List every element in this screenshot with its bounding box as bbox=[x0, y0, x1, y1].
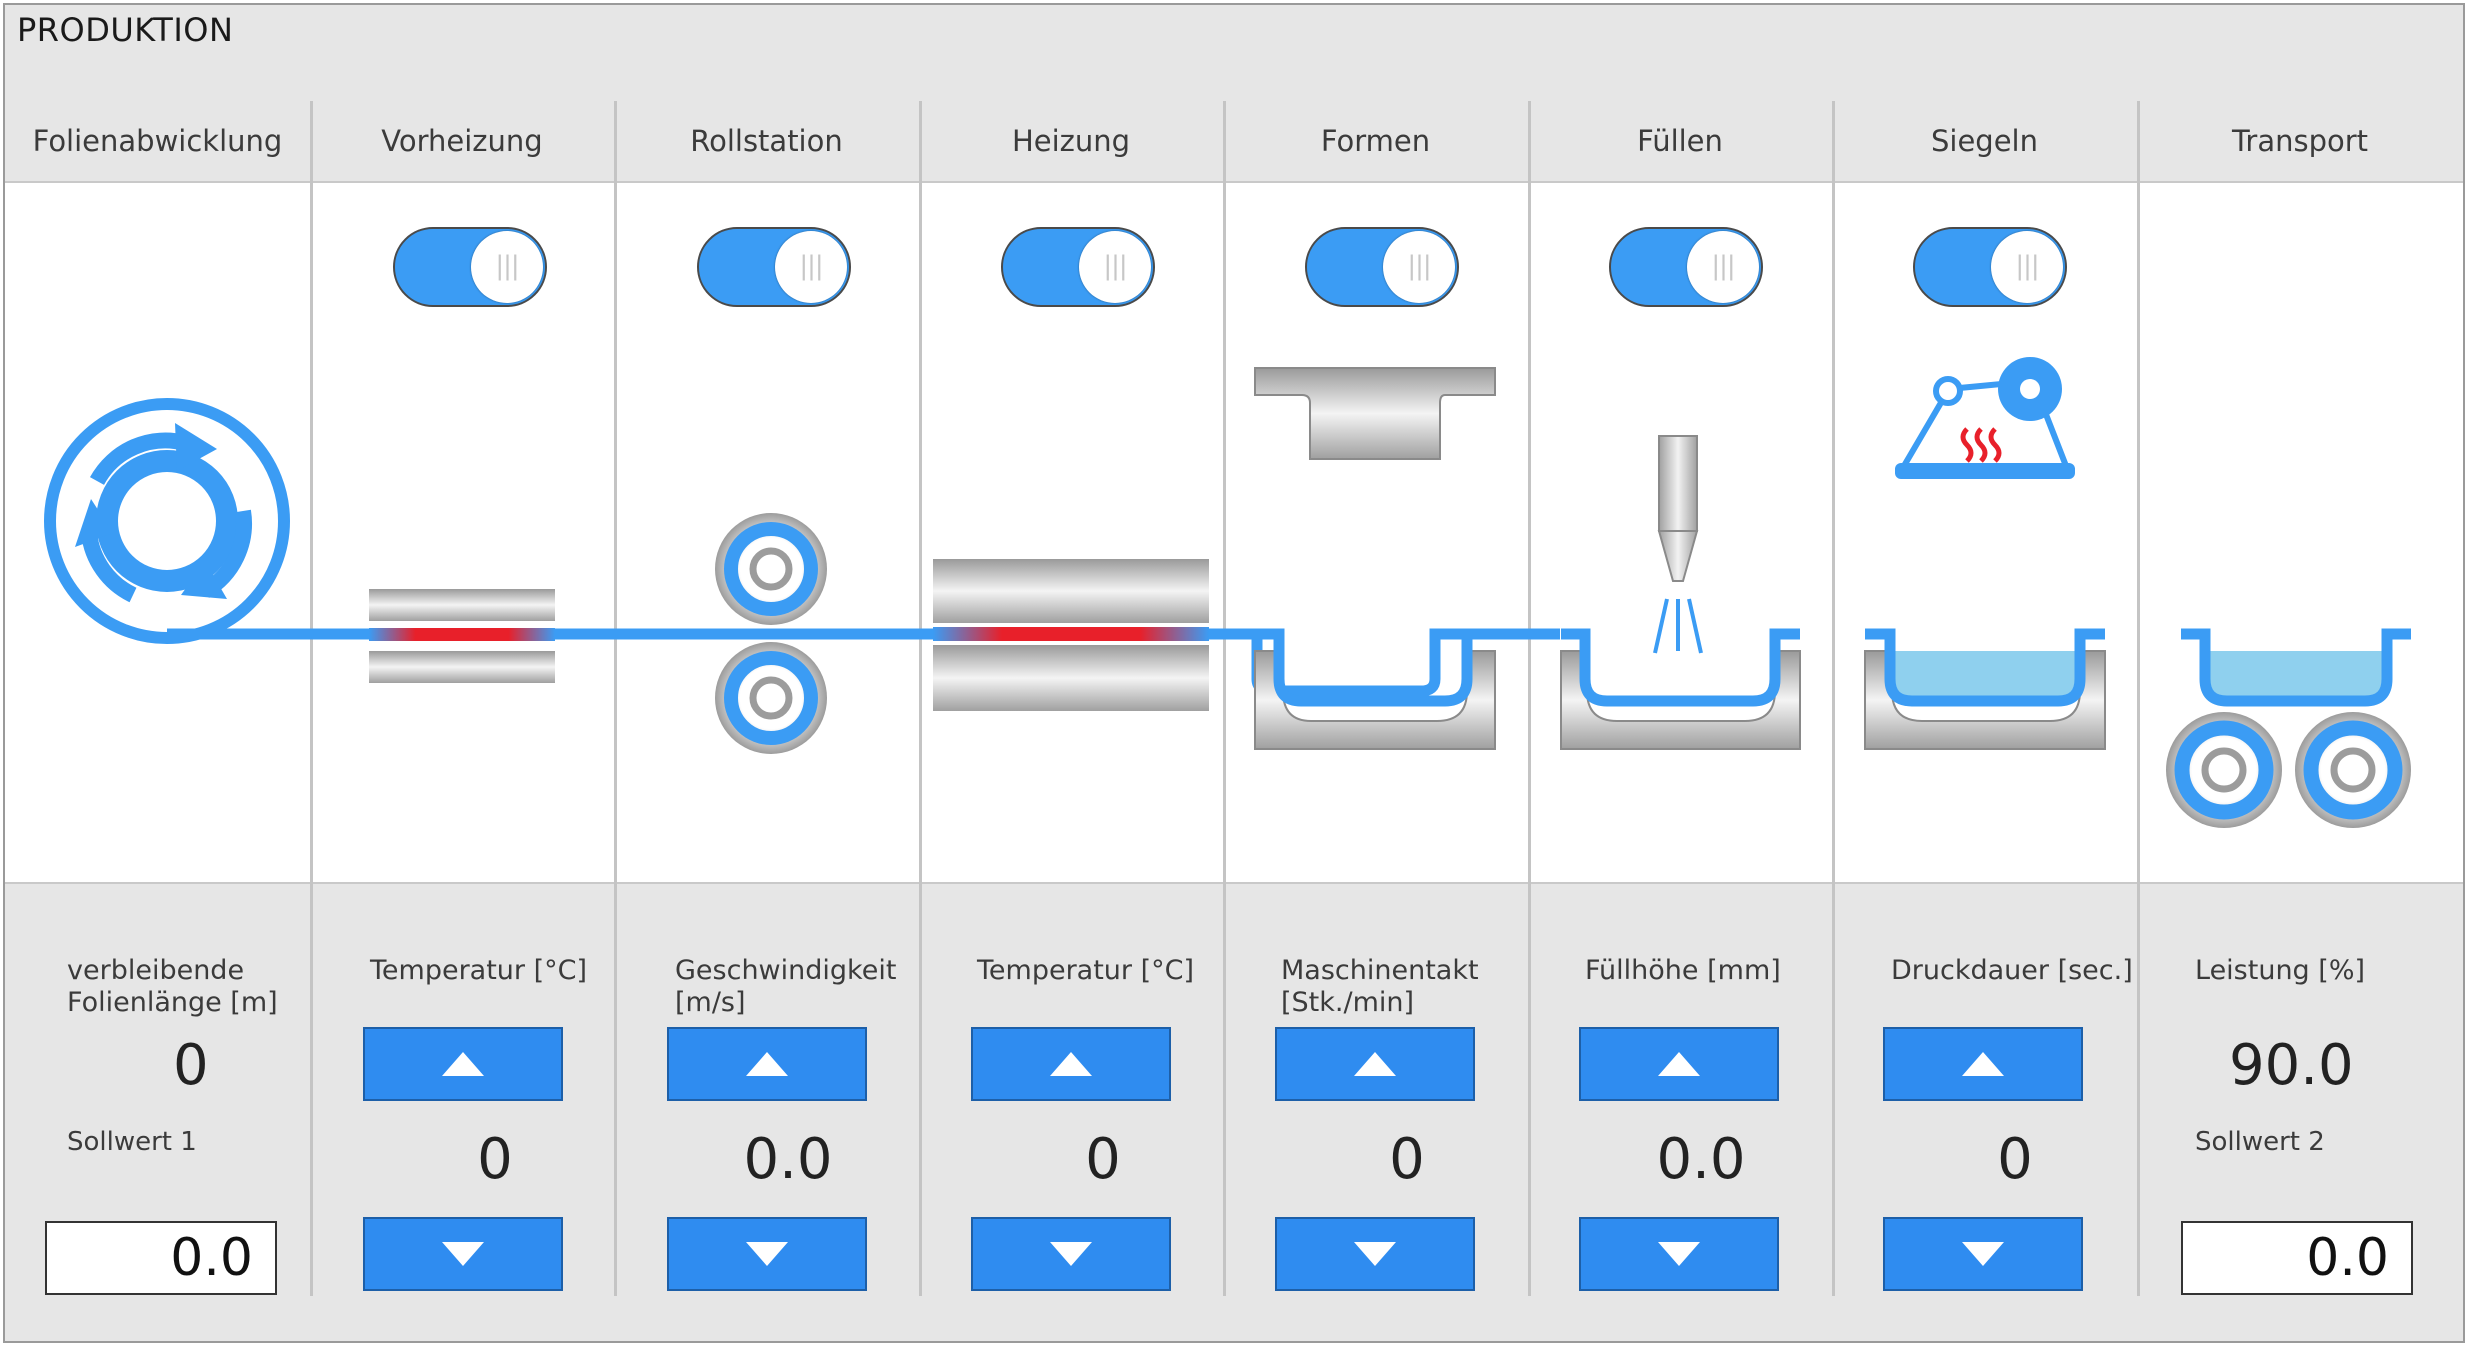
arrow-down-icon bbox=[1050, 1242, 1092, 1266]
toggle-formen[interactable] bbox=[1305, 227, 1459, 307]
arrow-down-icon bbox=[442, 1242, 484, 1266]
param-label-vorheizung: Temperatur [°C] bbox=[370, 955, 588, 986]
station-header-siegeln: Siegeln bbox=[1931, 124, 2038, 158]
setpoint-2-label: Sollwert 2 bbox=[2195, 1127, 2325, 1157]
production-panel: PRODUKTION Folienabwicklung Vorheizung R… bbox=[3, 3, 2465, 1343]
heater-block bbox=[933, 559, 1209, 711]
station-header-transport: Transport bbox=[2231, 124, 2369, 158]
arrow-up-icon bbox=[442, 1052, 484, 1076]
param-label-formen: Maschinentakt [Stk./min] bbox=[1281, 955, 1479, 1018]
toggle-heizung[interactable] bbox=[1001, 227, 1155, 307]
increase-button-heizung[interactable] bbox=[971, 1027, 1171, 1101]
arrow-down-icon bbox=[1962, 1242, 2004, 1266]
arrow-up-icon bbox=[1658, 1052, 1700, 1076]
arrow-down-icon bbox=[1354, 1242, 1396, 1266]
arrow-down-icon bbox=[1658, 1242, 1700, 1266]
toggle-siegeln[interactable] bbox=[1913, 227, 2067, 307]
decrease-button-heizung[interactable] bbox=[971, 1217, 1171, 1291]
station-header-rollstation: Rollstation bbox=[690, 124, 843, 158]
param-label-heizung: Temperatur [°C] bbox=[977, 955, 1195, 986]
arrow-up-icon bbox=[1962, 1052, 2004, 1076]
value-vorheizung: 0 bbox=[477, 1127, 513, 1192]
toggle-fuellen[interactable] bbox=[1609, 227, 1763, 307]
toggle-vorheizung[interactable] bbox=[393, 227, 547, 307]
grip-lines-icon bbox=[1079, 231, 1151, 303]
grip-lines-icon bbox=[1687, 231, 1759, 303]
power-label: Leistung [%] bbox=[2195, 955, 2366, 986]
decrease-button-vorheizung[interactable] bbox=[363, 1217, 563, 1291]
decrease-button-formen[interactable] bbox=[1275, 1217, 1475, 1291]
increase-button-rollstation[interactable] bbox=[667, 1027, 867, 1101]
param-label-fuellen: Füllhöhe [mm] bbox=[1585, 955, 1781, 986]
decrease-button-siegeln[interactable] bbox=[1883, 1217, 2083, 1291]
film-roll-icon bbox=[44, 398, 290, 644]
decrease-button-fuellen[interactable] bbox=[1579, 1217, 1779, 1291]
grip-lines-icon bbox=[1991, 231, 2063, 303]
setpoint-1-input[interactable]: 0.0 bbox=[45, 1221, 277, 1295]
param-label-rollstation: Geschwindigkeit [m/s] bbox=[675, 955, 897, 1018]
decrease-button-rollstation[interactable] bbox=[667, 1217, 867, 1291]
arrow-down-icon bbox=[746, 1242, 788, 1266]
station-header-formen: Formen bbox=[1320, 124, 1431, 158]
increase-button-siegeln[interactable] bbox=[1883, 1027, 2083, 1101]
arrow-up-icon bbox=[1050, 1052, 1092, 1076]
value-formen: 0 bbox=[1389, 1127, 1425, 1192]
remaining-film-value: 0 bbox=[173, 1033, 209, 1098]
setpoint-1-label: Sollwert 1 bbox=[67, 1127, 197, 1157]
remaining-film-label: verbleibende Folienlänge [m] bbox=[67, 955, 278, 1018]
value-heizung: 0 bbox=[1085, 1127, 1121, 1192]
grip-lines-icon bbox=[775, 231, 847, 303]
filling-nozzle-icon bbox=[1560, 435, 1801, 750]
toggle-rollstation[interactable] bbox=[697, 227, 851, 307]
sealing-icon bbox=[1864, 357, 2106, 750]
power-value: 90.0 bbox=[2229, 1033, 2354, 1098]
preheater-plates bbox=[369, 589, 555, 683]
process-diagram bbox=[44, 357, 2411, 828]
transport-icon bbox=[2166, 628, 2411, 828]
grip-lines-icon bbox=[1383, 231, 1455, 303]
increase-button-formen[interactable] bbox=[1275, 1027, 1475, 1101]
param-label-siegeln: Druckdauer [sec.] bbox=[1891, 955, 2133, 986]
station-header-fuellen: Füllen bbox=[1637, 124, 1723, 158]
arrow-up-icon bbox=[746, 1052, 788, 1076]
value-fuellen: 0.0 bbox=[1656, 1127, 1746, 1192]
station-header-folienabwicklung: Folienabwicklung bbox=[32, 124, 283, 158]
grip-lines-icon bbox=[471, 231, 543, 303]
increase-button-fuellen[interactable] bbox=[1579, 1027, 1779, 1101]
value-rollstation: 0.0 bbox=[743, 1127, 833, 1192]
increase-button-vorheizung[interactable] bbox=[363, 1027, 563, 1101]
station-header-vorheizung: Vorheizung bbox=[381, 124, 543, 158]
value-siegeln: 0 bbox=[1997, 1127, 2033, 1192]
station-header-heizung: Heizung bbox=[1011, 124, 1131, 158]
setpoint-2-input[interactable]: 0.0 bbox=[2181, 1221, 2413, 1295]
arrow-up-icon bbox=[1354, 1052, 1396, 1076]
page-title: PRODUKTION bbox=[17, 11, 234, 49]
